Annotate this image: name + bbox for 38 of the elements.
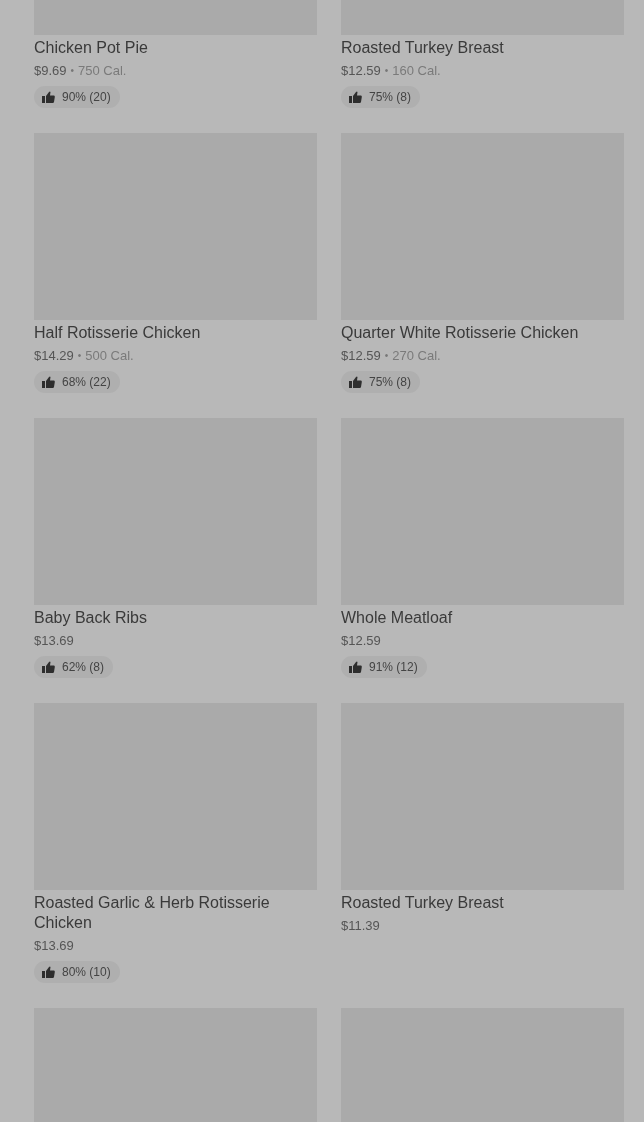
- item-price: $12.59: [341, 62, 381, 80]
- thumbs-up-icon: [349, 376, 362, 388]
- thumbs-up-icon: [349, 91, 362, 103]
- item-price: $9.69: [34, 62, 67, 80]
- item-name: Whole Meatloaf: [341, 608, 454, 628]
- item-calories: 500 Cal.: [85, 347, 134, 365]
- rating-badge: 90% (20): [34, 86, 120, 108]
- item-name: Chicken Pot Pie: [34, 38, 149, 58]
- separator-dot: •: [384, 349, 389, 363]
- thumbs-up-icon: [42, 91, 55, 103]
- thumbs-up-icon: [42, 966, 55, 978]
- separator-dot: •: [384, 64, 389, 78]
- thumbs-up-icon: [349, 661, 362, 673]
- item-name: Roasted Garlic & Herb Rotisserie Chicken: [34, 893, 271, 933]
- thumbs-up-icon: [42, 376, 55, 388]
- item-name: Roasted Turkey Breast: [341, 38, 505, 58]
- rating-badge: 75% (8): [341, 371, 421, 393]
- separator-dot: •: [77, 349, 82, 363]
- rating-badge: 75% (8): [341, 86, 421, 108]
- item-price: $13.69: [34, 632, 74, 650]
- rating-badge: 91% (12): [341, 656, 427, 678]
- item-calories: 270 Cal.: [392, 347, 441, 365]
- item-price: $12.59: [341, 632, 381, 650]
- item-name: Baby Back Ribs: [34, 608, 148, 628]
- rating-badge: 62% (8): [34, 656, 114, 678]
- item-name: Quarter White Rotisserie Chicken: [341, 323, 580, 343]
- item-calories: 750 Cal.: [78, 62, 127, 80]
- item-name: Half Rotisserie Chicken: [34, 323, 202, 343]
- item-price: $13.69: [34, 937, 74, 955]
- item-price: $11.39: [341, 917, 380, 935]
- item-price: $12.59: [341, 347, 381, 365]
- separator-dot: •: [70, 64, 75, 78]
- item-name: Roasted Turkey Breast: [341, 893, 505, 913]
- item-price: $14.29: [34, 347, 74, 365]
- rating-badge: 68% (22): [34, 371, 120, 393]
- thumbs-up-icon: [42, 661, 55, 673]
- rating-badge: 80% (10): [34, 961, 120, 983]
- item-calories: 160 Cal.: [392, 62, 441, 80]
